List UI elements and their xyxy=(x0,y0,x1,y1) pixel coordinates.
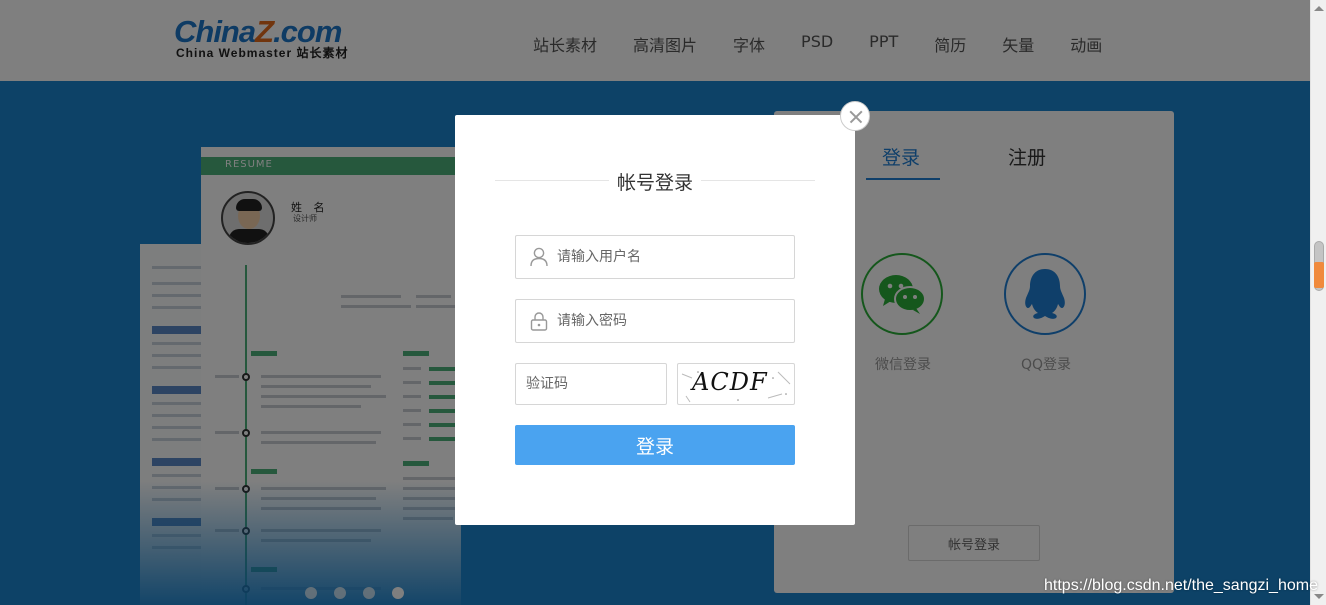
login-submit-button[interactable]: 登录 xyxy=(515,425,795,465)
username-field[interactable] xyxy=(515,235,795,279)
username-input[interactable] xyxy=(557,236,787,278)
user-icon xyxy=(530,247,548,267)
password-input[interactable] xyxy=(557,300,787,342)
captcha-image[interactable]: ACDF xyxy=(677,363,795,405)
modal-title: 帐号登录 xyxy=(455,168,855,195)
scroll-up-arrow-icon[interactable] xyxy=(1314,6,1324,11)
lock-icon xyxy=(530,312,548,331)
watermark: https://blog.csdn.net/the_sangzi_home xyxy=(1044,577,1318,594)
close-icon[interactable] xyxy=(840,101,870,131)
page-scrollbar[interactable] xyxy=(1310,0,1326,605)
login-modal: 帐号登录 ACDF 登录 xyxy=(455,115,855,525)
captcha-input[interactable] xyxy=(526,364,661,404)
captcha-text: ACDF xyxy=(692,368,768,396)
captcha-field[interactable] xyxy=(515,363,667,405)
scroll-position-marker xyxy=(1314,262,1324,288)
password-field[interactable] xyxy=(515,299,795,343)
